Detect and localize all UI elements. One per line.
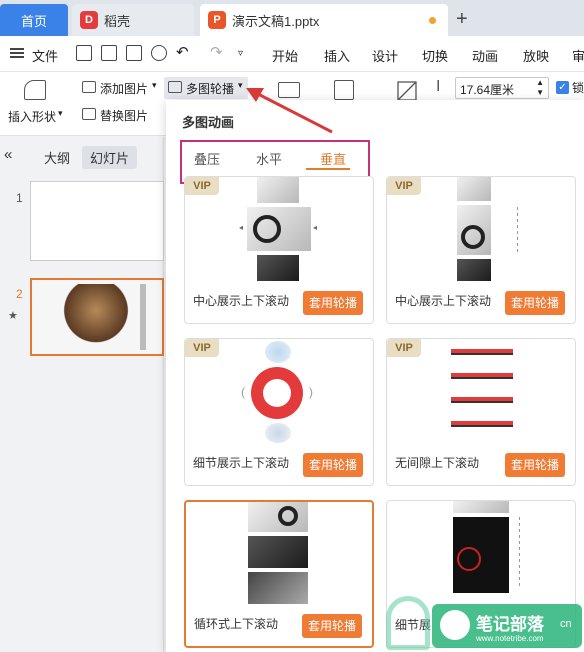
watermark-url: www.notetribe.com [476, 634, 544, 643]
watermark-main-text: 笔记部落 [476, 615, 544, 634]
watermark-pen-icon [440, 610, 470, 640]
annotation-arrow-icon [246, 88, 333, 134]
watermark-ghost-logo [386, 596, 430, 650]
watermark-cn: cn [560, 618, 572, 630]
watermark: 笔记部落 www.notetribe.com cn [432, 604, 582, 648]
